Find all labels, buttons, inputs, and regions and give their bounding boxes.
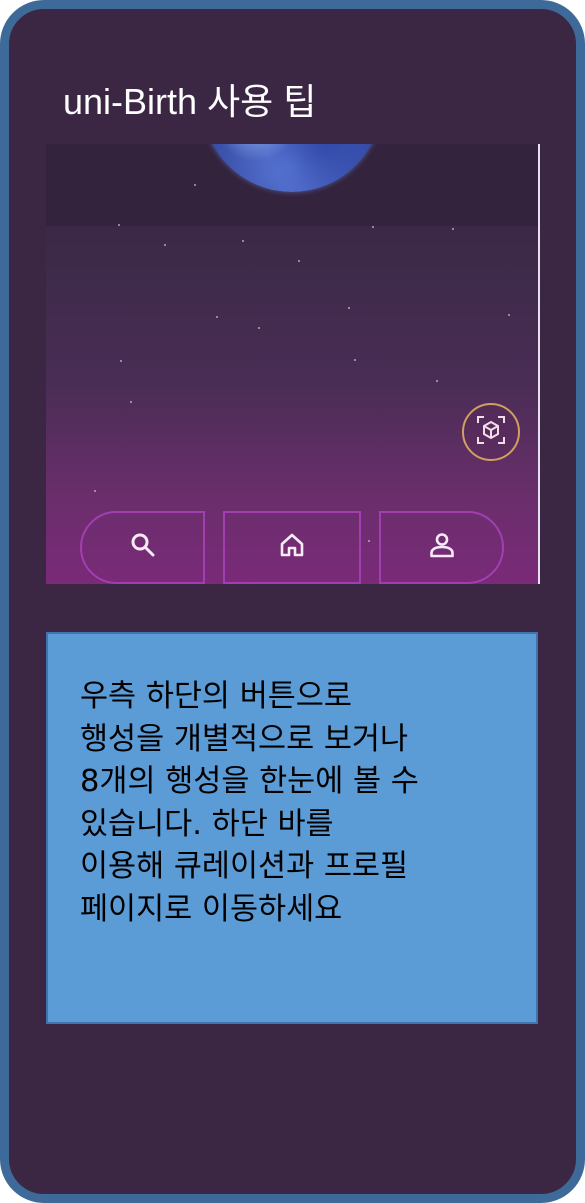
home-icon [279, 532, 305, 563]
app-preview-screenshot [46, 144, 540, 584]
nav-profile-button[interactable] [379, 511, 504, 584]
nav-search-button[interactable] [80, 511, 205, 584]
tips-dialog: uni-Birth 사용 팁 우측 하단의 버튼으로 행성을 개별적으로 보거나… [0, 0, 585, 1203]
ar-cube-icon [476, 415, 506, 450]
ar-view-button[interactable] [462, 403, 520, 461]
nav-home-button[interactable] [223, 511, 361, 584]
tip-text: 우측 하단의 버튼으로 행성을 개별적으로 보거나 8개의 행성을 한눈에 볼 … [80, 679, 419, 927]
search-icon [130, 532, 156, 563]
dialog-title: uni-Birth 사용 팁 [63, 81, 317, 122]
bottom-nav-bar [80, 511, 504, 584]
profile-icon [429, 532, 455, 563]
tip-box: 우측 하단의 버튼으로 행성을 개별적으로 보거나 8개의 행성을 한눈에 볼 … [46, 632, 538, 1024]
